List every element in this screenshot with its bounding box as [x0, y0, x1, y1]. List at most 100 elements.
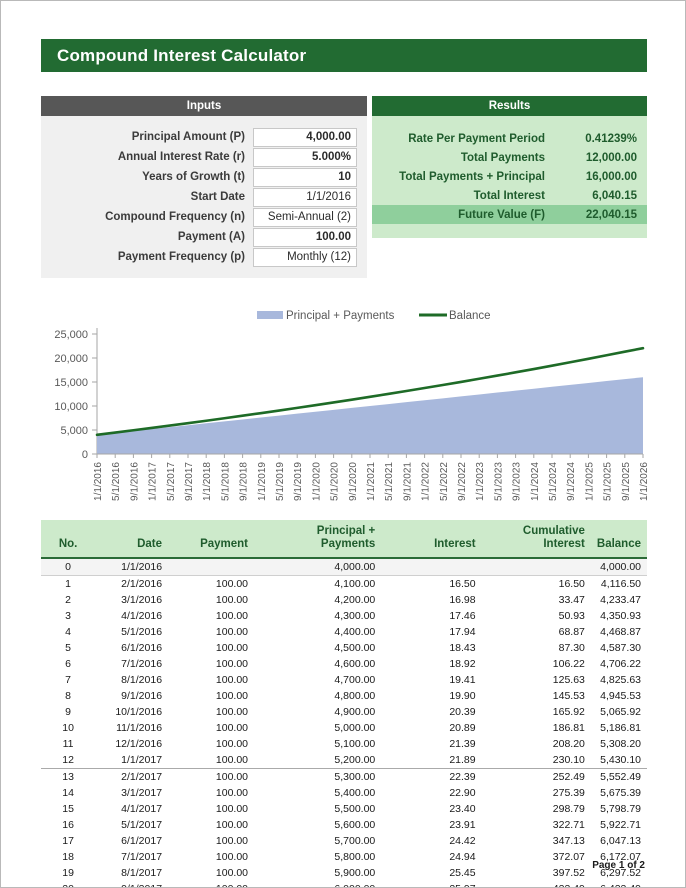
cell-cumulative: 372.07: [552, 851, 585, 863]
table-row: 18 7/1/2017 100.00 5,800.00 24.94 372.07 6,172…: [41, 849, 647, 865]
cell-no: 11: [62, 738, 74, 750]
cell-pp: 5,200.00: [254, 752, 382, 769]
x-axis-tick-label: 9/1/2017: [184, 462, 195, 501]
result-value: 6,040.15: [592, 189, 637, 202]
cell-no: 7: [65, 674, 71, 686]
result-label: Future Value (F): [458, 208, 545, 221]
cell-payment: 100.00: [215, 722, 249, 734]
cell-cumulative: 208.20: [552, 738, 585, 750]
x-axis-tick-label: 1/1/2020: [311, 462, 322, 501]
cell-pp: 5,900.00: [334, 867, 376, 879]
input-field[interactable]: 10: [253, 168, 357, 187]
cell-payment: 100.00: [215, 787, 249, 799]
cell-no: 10: [62, 722, 74, 734]
x-axis-tick-label: 9/1/2019: [293, 462, 304, 501]
cell-balance: 4,587.30: [600, 642, 641, 654]
cell-payment: 100.00: [215, 642, 249, 654]
cell-pp: 5,100.00: [334, 738, 376, 750]
x-axis-tick-label: 5/1/2022: [439, 462, 450, 501]
column-header-no: No.: [41, 520, 96, 559]
y-axis-tick-label: 20,000: [54, 353, 88, 365]
cell-cumulative: 397.52: [552, 867, 585, 879]
input-field[interactable]: 1/1/2016: [253, 188, 357, 207]
table-row: 10 11/1/2016 100.00 5,000.00 20.89 186.81 5,18…: [41, 720, 647, 736]
cell-payment: 100.00: [215, 867, 249, 879]
table-row: 14 3/1/2017 100.00 5,400.00 22.90 275.39 5,675…: [41, 785, 647, 801]
column-header-cumulative-interest: Cumulative Interest: [481, 520, 591, 559]
cell-interest: 18.43: [449, 642, 476, 654]
column-header-payment: Payment: [168, 520, 255, 559]
inputs-panel: Inputs Principal Amount (P) 4,000.00 Annua…: [41, 96, 367, 278]
cell-no: 6: [65, 658, 71, 670]
cell-interest: 17.94: [449, 626, 476, 638]
results-panel-body: Rate Per Payment Period 0.41239% Total Pay…: [372, 116, 647, 238]
results-panel: Results Rate Per Payment Period 0.41239% T…: [372, 96, 647, 278]
cell-no: 16: [62, 819, 74, 831]
cell-interest: 21.39: [449, 738, 476, 750]
cell-cumulative: 87.30: [558, 642, 585, 654]
chart-x-axis: 1/1/2016 5/1/2016 9/1/2016 1/1/2017 5/1/2017…: [93, 453, 647, 501]
cell-date: 9/1/2016: [121, 690, 163, 702]
cell-pp: 4,200.00: [334, 594, 376, 606]
cell-cumulative: 423.49: [482, 881, 591, 887]
x-axis-tick-label: 1/1/2018: [202, 462, 213, 501]
table-row: 9 10/1/2016 100.00 4,900.00 20.39 165.92 5,065…: [41, 704, 647, 720]
input-field[interactable]: 4,000.00: [253, 128, 357, 147]
x-axis-tick-label: 5/1/2023: [493, 462, 504, 501]
x-axis-tick-label: 1/1/2025: [584, 462, 595, 501]
cell-balance: 4,945.53: [600, 690, 641, 702]
cell-date: 8/1/2017: [121, 867, 163, 879]
x-axis-tick-label: 9/1/2023: [512, 462, 523, 501]
cell-interest: 22.39: [449, 771, 476, 783]
cell-balance: 5,798.79: [600, 803, 641, 815]
cell-date: 7/1/2017: [121, 851, 163, 863]
cell-no: 0: [41, 558, 96, 576]
cell-pp: 4,800.00: [334, 690, 376, 702]
input-row: Principal Amount (P) 4,000.00: [51, 128, 357, 147]
amortization-table: No. Date Payment Principal + Payments In…: [41, 520, 647, 887]
cell-no: 1: [65, 578, 71, 590]
cell-date: 3/1/2017: [121, 787, 163, 799]
cell-date: 4/1/2016: [121, 610, 163, 622]
cell-no: 18: [62, 851, 74, 863]
input-row: Payment Frequency (p) Monthly (12): [51, 248, 357, 267]
input-field[interactable]: 5.000%: [253, 148, 357, 167]
table-row: 12 1/1/2017 100.00 5,200.00 21.89 230.10 5,430…: [41, 752, 647, 769]
x-axis-tick-label: 5/1/2021: [384, 462, 395, 501]
legend-label-balance: Balance: [449, 310, 491, 322]
cell-no: 3: [65, 610, 71, 622]
table-row: 209/1/2017100.006,000.0025.97423.496,423…: [41, 881, 647, 887]
input-field[interactable]: Semi-Annual (2): [253, 208, 357, 227]
table-row: 6 7/1/2016 100.00 4,600.00 18.92 106.22 4,706.…: [41, 656, 647, 672]
input-label: Annual Interest Rate (r): [117, 151, 245, 163]
cell-balance: 4,825.63: [600, 674, 641, 686]
panels-row: Inputs Principal Amount (P) 4,000.00 Annua…: [41, 96, 647, 278]
cell-date: 4/1/2017: [121, 803, 163, 815]
cell-payment: 100.00: [168, 752, 255, 769]
cell-no: 12: [41, 752, 96, 769]
cell-interest: 19.90: [449, 690, 476, 702]
result-row: Total Payments 12,000.00: [372, 148, 647, 167]
chart-canvas: Principal + Payments Balance 25,000 20,000 1…: [54, 310, 647, 501]
cell-balance: 5,675.39: [600, 787, 641, 799]
x-axis-tick-label: 1/1/2021: [366, 462, 377, 501]
cell-pp: 4,700.00: [334, 674, 376, 686]
x-axis-tick-label: 9/1/2025: [621, 462, 632, 501]
input-field[interactable]: Monthly (12): [253, 248, 357, 267]
input-field[interactable]: 100.00: [253, 228, 357, 247]
result-row: Total Interest 6,040.15: [372, 186, 647, 205]
input-label: Principal Amount (P): [131, 131, 245, 143]
cell-pp: 5,700.00: [334, 835, 376, 847]
cell-balance: 4,350.93: [600, 610, 641, 622]
input-row: Years of Growth (t) 10: [51, 168, 357, 187]
input-row: Start Date 1/1/2016: [51, 188, 357, 207]
cell-balance: 5,430.10: [590, 752, 647, 769]
cell-balance: 4,468.87: [600, 626, 641, 638]
cell-pp: 4,000.00: [254, 558, 382, 576]
cell-cumulative: 322.71: [552, 819, 585, 831]
cell-balance: 6,423.49: [591, 881, 647, 887]
page-title-banner: Compound Interest Calculator: [41, 39, 647, 72]
cell-interest: 17.46: [449, 610, 476, 622]
cell-payment: 100.00: [215, 610, 249, 622]
input-row: Payment (A) 100.00: [51, 228, 357, 247]
